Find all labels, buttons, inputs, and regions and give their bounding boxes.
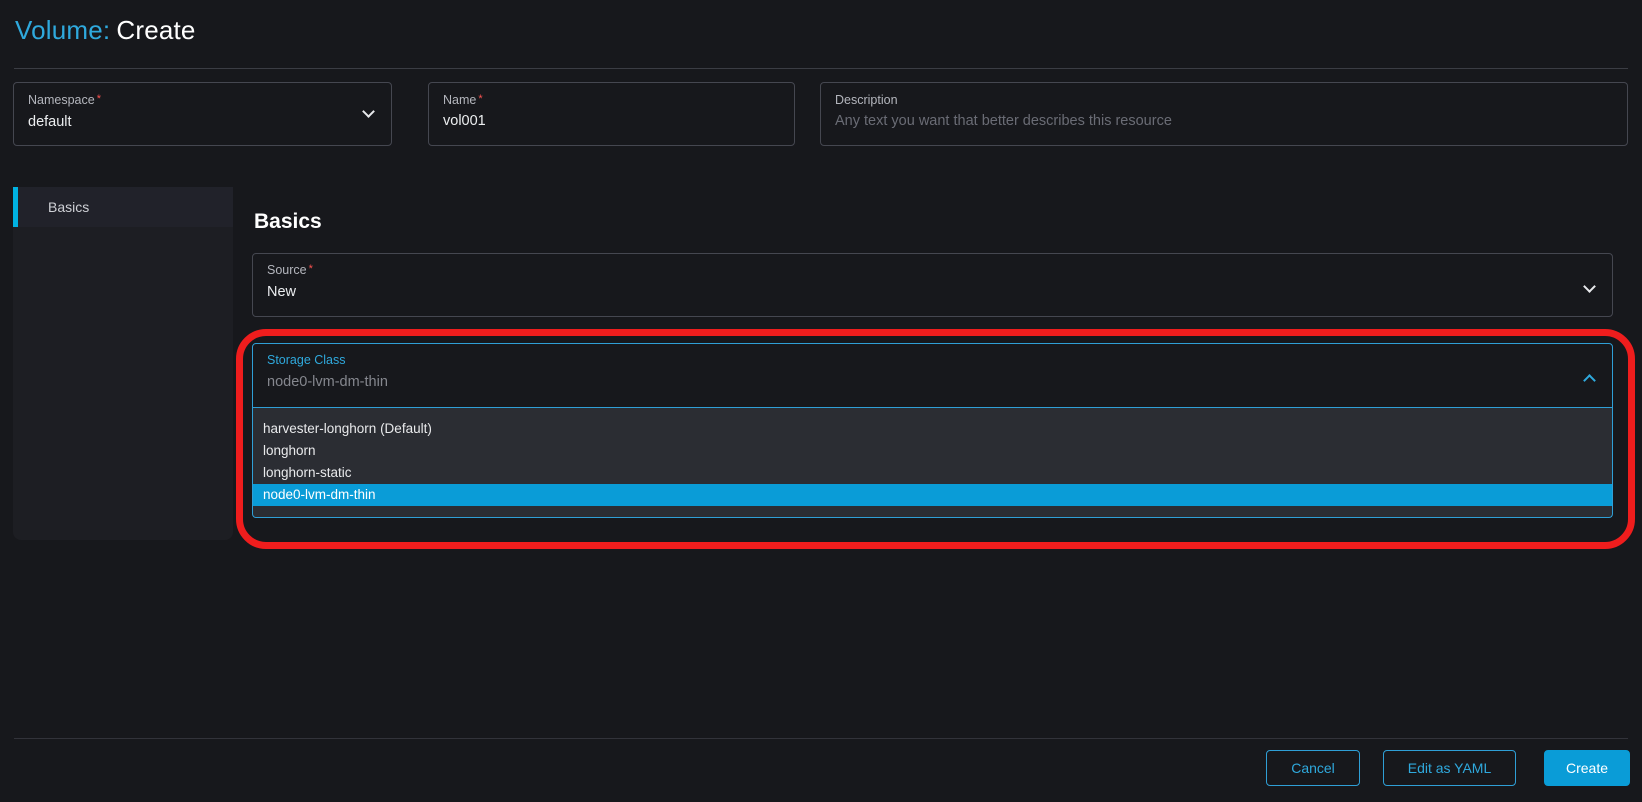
active-tab-accent-bar — [13, 187, 18, 227]
volume-create-page: Volume:Create Namespace* default Name* D… — [0, 0, 1642, 802]
description-field: Description — [820, 82, 1628, 146]
tab-panel-background — [13, 227, 233, 540]
tab-basics[interactable]: Basics — [13, 187, 233, 227]
create-button[interactable]: Create — [1544, 750, 1630, 786]
section-title: Basics — [254, 210, 322, 234]
source-value: New — [267, 284, 1598, 300]
storage-class-option-selected[interactable]: node0-lvm-dm-thin — [253, 484, 1612, 506]
storage-class-option[interactable]: harvester-longhorn (Default) — [253, 418, 1612, 440]
page-title-action: Create — [116, 15, 195, 45]
required-asterisk: * — [309, 263, 313, 275]
storage-class-option[interactable]: longhorn-static — [253, 462, 1612, 484]
storage-class-option[interactable]: longhorn — [253, 440, 1612, 462]
name-label: Name* — [443, 93, 780, 107]
storage-class-select[interactable]: Storage Class node0-lvm-dm-thin — [252, 343, 1613, 408]
namespace-label: Namespace* — [28, 93, 377, 107]
storage-class-value: node0-lvm-dm-thin — [267, 374, 1598, 390]
required-asterisk: * — [97, 93, 101, 105]
namespace-select[interactable]: Namespace* default — [13, 82, 392, 146]
storage-class-label: Storage Class — [267, 353, 1598, 367]
source-select[interactable]: Source* New — [252, 253, 1613, 317]
required-asterisk: * — [478, 93, 482, 105]
storage-class-dropdown: harvester-longhorn (Default) longhorn lo… — [252, 408, 1613, 518]
header-divider — [14, 68, 1628, 69]
edit-as-yaml-button[interactable]: Edit as YAML — [1383, 750, 1516, 786]
source-label: Source* — [267, 263, 1598, 277]
name-input[interactable] — [443, 113, 763, 129]
description-label: Description — [835, 93, 1613, 107]
cancel-button[interactable]: Cancel — [1266, 750, 1360, 786]
description-input[interactable] — [835, 113, 1574, 129]
name-field: Name* — [428, 82, 795, 146]
tab-basics-label: Basics — [48, 199, 89, 215]
page-title-resource: Volume: — [15, 15, 110, 45]
page-title: Volume:Create — [15, 15, 196, 46]
namespace-value: default — [28, 114, 377, 130]
footer-divider — [14, 738, 1628, 739]
